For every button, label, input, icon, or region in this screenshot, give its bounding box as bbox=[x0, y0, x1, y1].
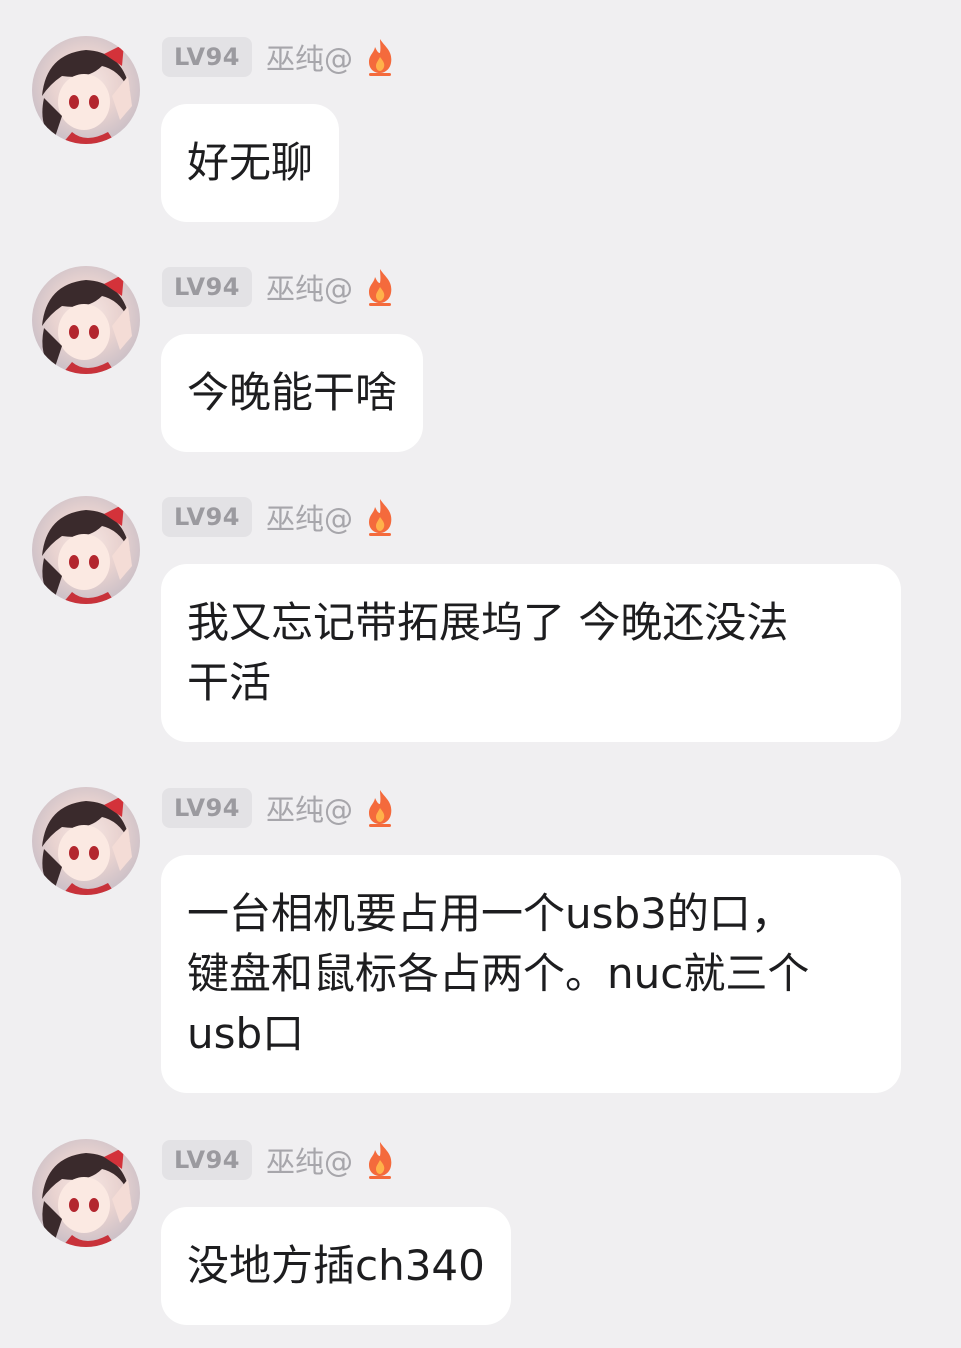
sender-info: LV94 巫纯@ bbox=[162, 36, 397, 78]
sender-info: LV94 巫纯@ bbox=[162, 266, 397, 308]
anime-girl-avatar-icon bbox=[42, 274, 132, 374]
avatar[interactable] bbox=[32, 1139, 140, 1247]
level-badge: LV94 bbox=[162, 788, 252, 828]
sender-info: LV94 巫纯@ bbox=[162, 787, 397, 829]
level-badge: LV94 bbox=[162, 497, 252, 537]
avatar[interactable] bbox=[32, 787, 140, 895]
anime-girl-avatar-icon bbox=[42, 504, 132, 604]
sender-name[interactable]: 巫纯@ bbox=[266, 496, 353, 538]
chat-message-list: LV94 巫纯@ 好无聊 LV94 巫纯@ 今晚能干啥 LV94 巫纯@ 我又忘… bbox=[0, 0, 961, 1348]
avatar[interactable] bbox=[32, 266, 140, 374]
level-badge: LV94 bbox=[162, 267, 252, 307]
sender-name[interactable]: 巫纯@ bbox=[266, 36, 353, 78]
avatar[interactable] bbox=[32, 36, 140, 144]
sender-name[interactable]: 巫纯@ bbox=[266, 266, 353, 308]
message-bubble[interactable]: 好无聊 bbox=[161, 104, 340, 222]
sender-info: LV94 巫纯@ bbox=[162, 1139, 397, 1181]
flame-icon bbox=[368, 790, 392, 827]
level-badge: LV94 bbox=[162, 1140, 252, 1180]
sender-info: LV94 巫纯@ bbox=[162, 496, 397, 538]
message-bubble[interactable]: 没地方插ch340 bbox=[161, 1207, 511, 1325]
anime-girl-avatar-icon bbox=[42, 1147, 132, 1247]
flame-icon bbox=[368, 39, 392, 76]
sender-name[interactable]: 巫纯@ bbox=[266, 1139, 353, 1181]
flame-icon bbox=[368, 269, 392, 306]
avatar[interactable] bbox=[32, 496, 140, 604]
message-bubble[interactable]: 今晚能干啥 bbox=[161, 334, 424, 452]
flame-icon bbox=[368, 499, 392, 536]
message-bubble[interactable]: 我又忘记带拓展坞了 今晚还没法 干活 bbox=[161, 564, 901, 742]
sender-name[interactable]: 巫纯@ bbox=[266, 787, 353, 829]
message-bubble[interactable]: 一台相机要占用一个usb3的口， 键盘和鼠标各占两个。nuc就三个 usb口 bbox=[161, 855, 901, 1093]
level-badge: LV94 bbox=[162, 37, 252, 77]
flame-icon bbox=[368, 1142, 392, 1179]
anime-girl-avatar-icon bbox=[42, 44, 132, 144]
anime-girl-avatar-icon bbox=[42, 795, 132, 895]
